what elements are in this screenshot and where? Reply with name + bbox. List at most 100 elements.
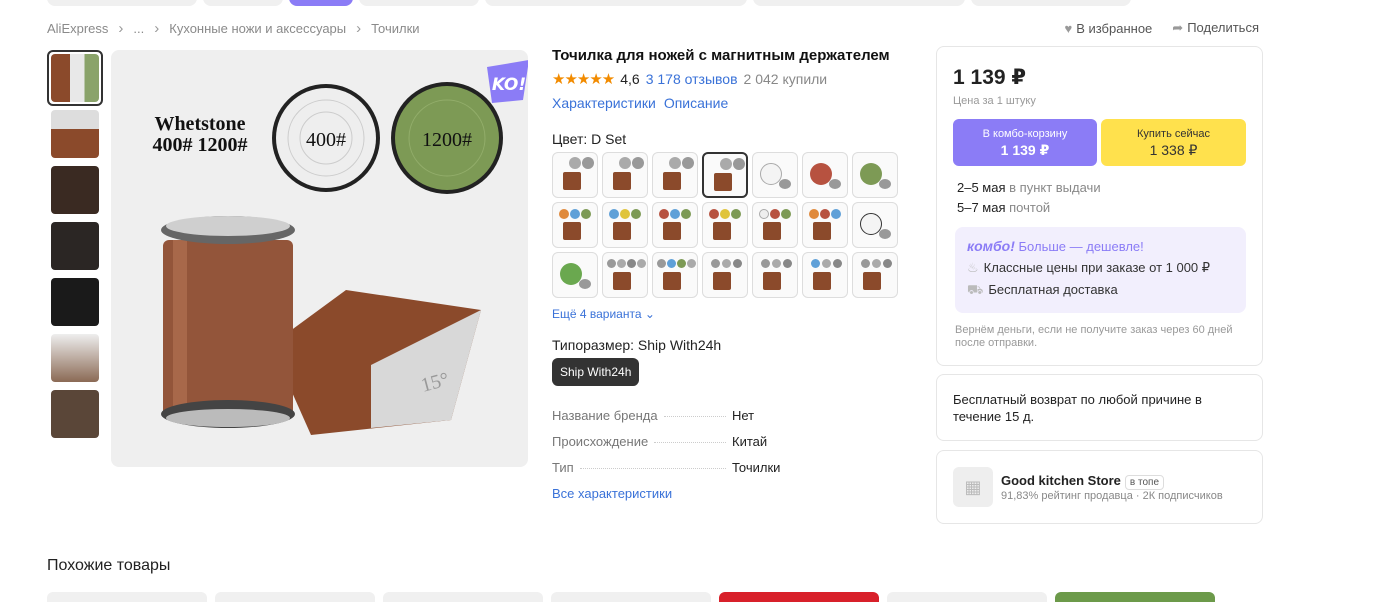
breadcrumb: AliExpress › ... › Кухонные ножи и аксессу… bbox=[47, 20, 420, 37]
cylinder-top bbox=[166, 216, 290, 236]
top-tabs-strip bbox=[47, 0, 1131, 6]
color-variant[interactable] bbox=[552, 252, 598, 298]
thumbnail[interactable] bbox=[47, 106, 103, 162]
color-variant[interactable] bbox=[702, 252, 748, 298]
color-variant[interactable] bbox=[702, 202, 748, 248]
thumbnail[interactable] bbox=[47, 274, 103, 330]
combo-cart-button[interactable]: В комбо-корзину 1 139 ₽ bbox=[953, 119, 1097, 166]
color-variant[interactable] bbox=[652, 252, 698, 298]
breadcrumb-item[interactable]: Точилки bbox=[371, 21, 419, 36]
spec-key: Название бренда bbox=[552, 408, 658, 423]
color-variant[interactable] bbox=[602, 152, 648, 198]
spec-value: Точилки bbox=[732, 460, 781, 475]
share-label: Поделиться bbox=[1187, 20, 1259, 35]
top-tab-active[interactable] bbox=[289, 0, 353, 6]
ko-badge-text: KO! bbox=[492, 75, 526, 95]
similar-item[interactable] bbox=[719, 592, 879, 602]
similar-item[interactable] bbox=[215, 592, 375, 602]
breadcrumb-item[interactable]: AliExpress bbox=[47, 21, 108, 36]
similar-item[interactable] bbox=[1055, 592, 1215, 602]
delivery-method: почтой bbox=[1009, 200, 1051, 215]
thumbnail[interactable] bbox=[47, 50, 103, 106]
size-option-selected[interactable]: Ship With24h bbox=[552, 358, 640, 386]
store-name-row[interactable]: Good kitchen Store в топе bbox=[1001, 473, 1165, 490]
tab-specs[interactable]: Характеристики bbox=[552, 95, 656, 111]
color-variant[interactable] bbox=[552, 152, 598, 198]
similar-item[interactable] bbox=[383, 592, 543, 602]
delivery-date: 2–5 мая bbox=[957, 180, 1006, 195]
delivery-option: 2–5 мая в пункт выдачи bbox=[957, 180, 1101, 195]
breadcrumb-item[interactable]: Кухонные ножи и аксессуары bbox=[169, 21, 346, 36]
buy-now-button[interactable]: Купить сейчас 1 338 ₽ bbox=[1101, 119, 1246, 166]
buy-now-price: 1 338 ₽ bbox=[1149, 141, 1198, 158]
similar-item[interactable] bbox=[551, 592, 711, 602]
favorite-button[interactable]: ♥ В избранное bbox=[1064, 21, 1152, 36]
color-variant-selected[interactable] bbox=[702, 152, 748, 198]
color-variant[interactable] bbox=[852, 152, 898, 198]
color-variant[interactable] bbox=[852, 252, 898, 298]
thumbnail[interactable] bbox=[47, 386, 103, 442]
color-variant[interactable] bbox=[602, 252, 648, 298]
top-tab[interactable] bbox=[485, 0, 747, 6]
color-variant[interactable] bbox=[752, 202, 798, 248]
favorite-label: В избранное bbox=[1076, 20, 1153, 36]
color-variant[interactable] bbox=[652, 202, 698, 248]
reviews-link[interactable]: 3 178 отзывов bbox=[646, 71, 738, 87]
similar-item[interactable] bbox=[887, 592, 1047, 602]
color-variant[interactable] bbox=[802, 152, 848, 198]
product-tabs: Характеристики Описание bbox=[552, 95, 728, 111]
chevron-right-icon: › bbox=[118, 20, 124, 37]
color-variant[interactable] bbox=[552, 202, 598, 248]
top-tab[interactable] bbox=[359, 0, 479, 6]
chevron-right-icon: › bbox=[356, 20, 362, 37]
disc-400-label: 400# bbox=[306, 129, 346, 151]
combo-promo[interactable]: комбо! Больше — дешевле! ♨ Классные цены … bbox=[955, 227, 1246, 313]
color-variant[interactable] bbox=[752, 152, 798, 198]
color-variant[interactable] bbox=[652, 152, 698, 198]
product-title: Точилка для ножей с магнитным держателем bbox=[552, 47, 890, 64]
color-variant[interactable] bbox=[802, 252, 848, 298]
top-tab[interactable] bbox=[47, 0, 197, 6]
top-tab[interactable] bbox=[971, 0, 1131, 6]
thumbnail[interactable] bbox=[47, 162, 103, 218]
fire-icon: ♨ bbox=[967, 260, 979, 275]
combo-benefit: Классные цены при заказе от 1 000 ₽ bbox=[983, 260, 1211, 275]
all-specs-link[interactable]: Все характеристики bbox=[552, 486, 672, 501]
price: 1 139 ₽ bbox=[953, 66, 1026, 89]
image-text-1: Whetstone bbox=[154, 113, 245, 135]
spec-dots bbox=[654, 442, 726, 443]
return-text: Бесплатный возврат по любой причине в те… bbox=[953, 392, 1202, 424]
thumbnail[interactable] bbox=[47, 330, 103, 386]
share-icon: ➦ bbox=[1172, 20, 1184, 35]
spec-row: Название бренда Нет bbox=[552, 408, 792, 423]
color-variant[interactable] bbox=[852, 202, 898, 248]
heart-icon: ♥ bbox=[1064, 20, 1073, 36]
more-variants-link[interactable]: Ещё 4 варианта ⌄ bbox=[552, 307, 655, 321]
product-main-image[interactable]: Whetstone 400# 1200# 400# 1200# KO! 15° bbox=[111, 50, 528, 467]
chevron-down-icon: ⌄ bbox=[644, 307, 655, 321]
top-tab[interactable] bbox=[753, 0, 965, 6]
image-text-2: 400# 1200# bbox=[153, 134, 248, 156]
share-button[interactable]: ➦ Поделиться bbox=[1172, 20, 1259, 36]
store-stats: 91,83% рейтинг продавца · 2К подписчиков bbox=[1001, 490, 1223, 502]
similar-title: Похожие товары bbox=[47, 557, 171, 574]
color-variant-grid bbox=[552, 152, 898, 298]
similar-item[interactable] bbox=[47, 592, 207, 602]
combo-cart-label: В комбо-корзину bbox=[982, 128, 1068, 140]
bought-count: 2 042 купили bbox=[743, 71, 828, 87]
spec-value: Нет bbox=[732, 408, 755, 423]
top-tab[interactable] bbox=[203, 0, 283, 6]
truck-icon: ⛟ bbox=[967, 282, 984, 297]
cylinder-bottom bbox=[166, 409, 290, 427]
thumbnail[interactable] bbox=[47, 218, 103, 274]
color-label: Цвет: D Set bbox=[552, 131, 627, 147]
tab-description[interactable]: Описание bbox=[664, 95, 728, 111]
combo-benefit: Бесплатная доставка bbox=[988, 282, 1118, 297]
color-variant[interactable] bbox=[802, 202, 848, 248]
breadcrumb-item[interactable]: ... bbox=[133, 21, 144, 36]
combo-cart-price: 1 139 ₽ bbox=[1000, 141, 1050, 158]
delivery-option: 5–7 мая почтой bbox=[957, 200, 1050, 215]
thumbnail-list bbox=[47, 50, 103, 442]
color-variant[interactable] bbox=[752, 252, 798, 298]
color-variant[interactable] bbox=[602, 202, 648, 248]
